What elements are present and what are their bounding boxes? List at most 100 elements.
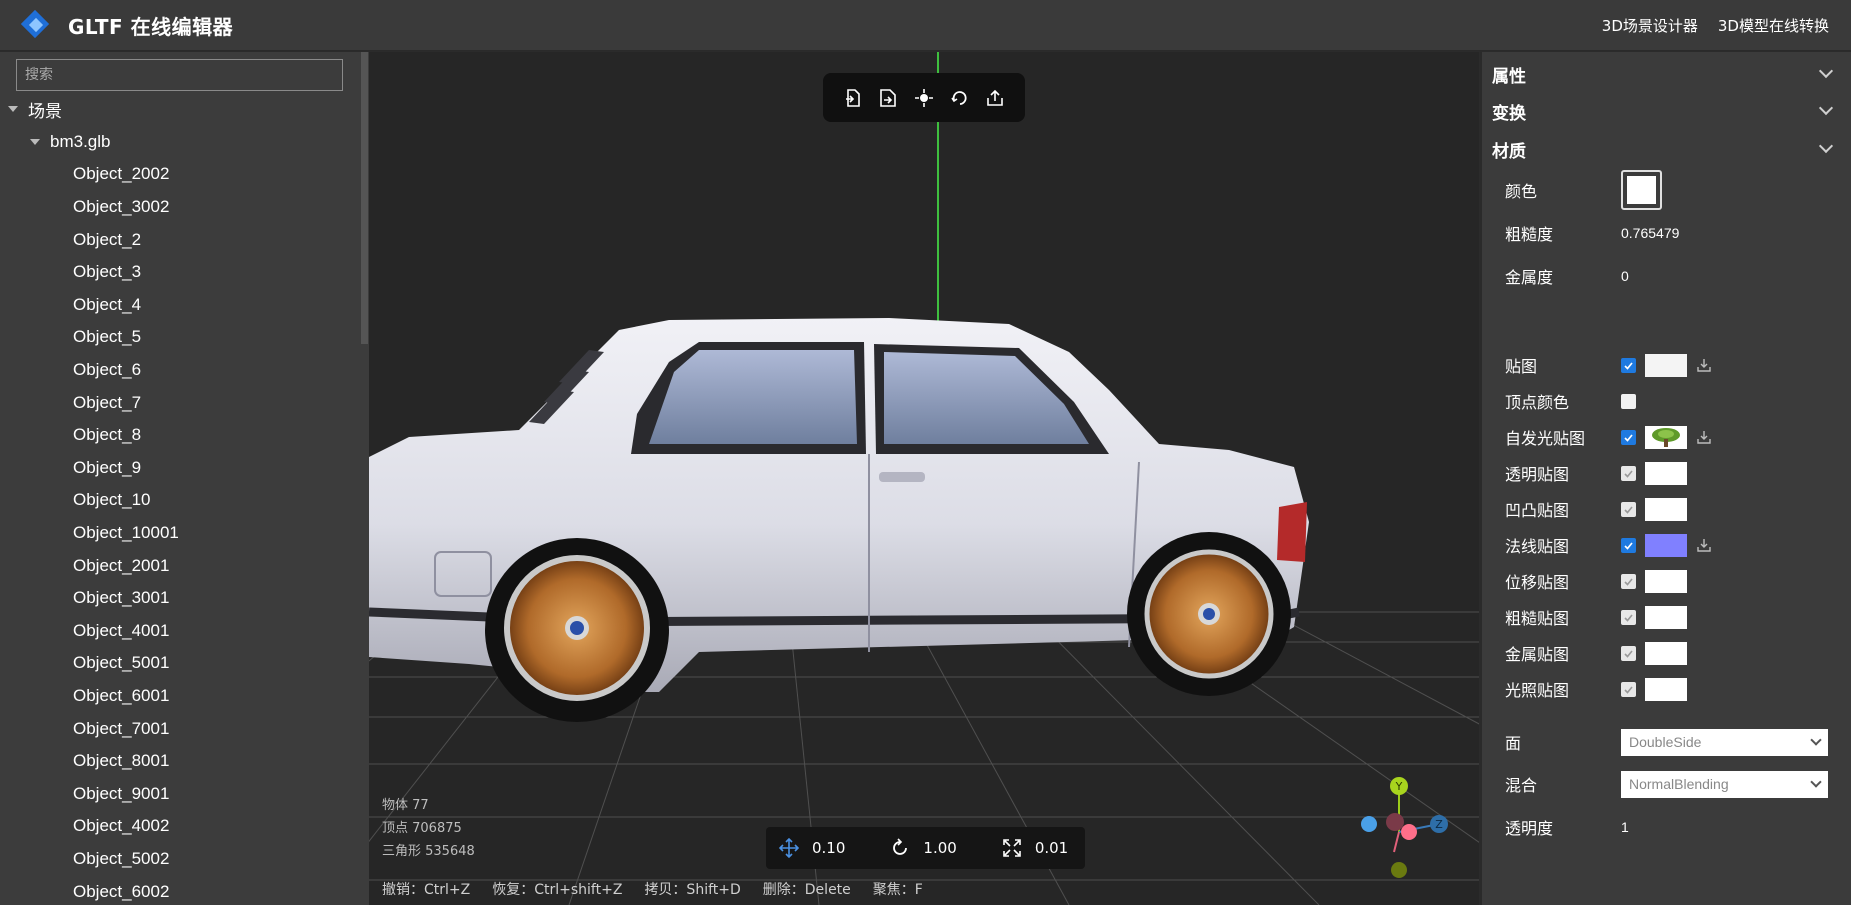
section-attributes[interactable]: 属性: [1492, 60, 1837, 88]
section-title: 属性: [1492, 66, 1526, 87]
tree-node-object[interactable]: Object_7001: [0, 712, 360, 745]
map-enable-checkbox[interactable]: [1621, 645, 1636, 661]
side-select[interactable]: DoubleSide: [1621, 728, 1828, 756]
map-thumbnail[interactable]: [1645, 569, 1687, 593]
map-enable-checkbox[interactable]: [1621, 501, 1636, 517]
tree-node-object[interactable]: Object_7: [0, 386, 360, 419]
gizmo-x-axis[interactable]: [1386, 813, 1404, 831]
download-icon[interactable]: [1697, 357, 1713, 373]
tree-node-object[interactable]: Object_3001: [0, 582, 360, 615]
tree-node-object[interactable]: Object_4002: [0, 810, 360, 843]
tree-node-object[interactable]: Object_6: [0, 354, 360, 387]
map-thumbnail[interactable]: [1645, 605, 1687, 629]
tree-node-object[interactable]: Object_5002: [0, 843, 360, 876]
search-input[interactable]: [16, 59, 343, 91]
3d-scene-render[interactable]: [369, 52, 1479, 905]
caret-down-icon[interactable]: [30, 138, 40, 145]
map-thumbnail[interactable]: [1645, 353, 1687, 377]
tree-node-object[interactable]: Object_2: [0, 223, 360, 256]
model-converter-link[interactable]: 3D模型在线转换: [1718, 15, 1829, 36]
axis-gizmo[interactable]: Z Y: [1339, 772, 1459, 892]
tree-node-label: 场景: [28, 101, 62, 121]
tree-node-object[interactable]: Object_3002: [0, 191, 360, 224]
scene-designer-link[interactable]: 3D场景设计器: [1602, 15, 1698, 36]
tree-node-object[interactable]: Object_10001: [0, 517, 360, 550]
scale-step-value[interactable]: 0.01: [1035, 839, 1068, 857]
shortcut-focus: 聚焦：F: [872, 882, 923, 898]
caret-down-icon[interactable]: [8, 106, 18, 113]
map-thumbnail[interactable]: [1645, 461, 1687, 485]
tree-node-label: Object_9: [73, 457, 142, 477]
tree-node-object[interactable]: Object_6001: [0, 680, 360, 713]
tree-node-file[interactable]: bm3.glb: [0, 126, 360, 159]
map-enable-checkbox[interactable]: [1621, 681, 1636, 697]
map-enable-checkbox[interactable]: [1621, 609, 1636, 625]
map-enable-checkbox[interactable]: [1621, 537, 1636, 553]
download-icon[interactable]: [1697, 537, 1713, 553]
gizmo-neg-z-axis[interactable]: [1361, 816, 1377, 832]
map-enable-checkbox[interactable]: [1621, 357, 1636, 373]
tree-node-label: Object_6002: [73, 881, 170, 901]
tree-node-scene[interactable]: 场景: [0, 93, 360, 126]
tree-node-object[interactable]: Object_10: [0, 484, 360, 517]
tree-node-object[interactable]: Object_5: [0, 321, 360, 354]
tree-node-object[interactable]: Object_4001: [0, 615, 360, 648]
map-thumbnail[interactable]: [1645, 677, 1687, 701]
map-enable-checkbox[interactable]: [1621, 573, 1636, 589]
tree-node-label: Object_10001: [73, 523, 179, 543]
map-thumbnail[interactable]: [1645, 533, 1687, 557]
scrollbar-thumb[interactable]: [361, 52, 368, 344]
prop-label: 混合: [1505, 776, 1538, 795]
blending-select[interactable]: NormalBlending: [1621, 770, 1828, 798]
map-enable-checkbox[interactable]: [1621, 465, 1636, 481]
tree-node-object[interactable]: Object_3: [0, 256, 360, 289]
move-step-value[interactable]: 0.10: [812, 839, 845, 857]
gizmo-neg-x-axis[interactable]: [1401, 824, 1417, 840]
tree-scrollbar[interactable]: [360, 52, 369, 905]
move-step[interactable]: 0.10: [778, 837, 845, 859]
tree-node-label: Object_9001: [73, 783, 170, 803]
download-icon[interactable]: [1697, 429, 1713, 445]
map-row: 凹凸贴图: [1505, 494, 1835, 524]
reset-icon[interactable]: [947, 85, 973, 111]
tree-node-object[interactable]: Object_5001: [0, 647, 360, 680]
prop-label: 面: [1505, 734, 1522, 753]
object-count: 物体 77: [382, 798, 429, 813]
section-material[interactable]: 材质: [1492, 135, 1837, 163]
tree-node-object[interactable]: Object_2001: [0, 549, 360, 582]
map-thumbnail[interactable]: [1645, 497, 1687, 521]
map-thumbnail[interactable]: [1645, 641, 1687, 665]
tree-node-object[interactable]: Object_9001: [0, 777, 360, 810]
chevron-down-icon[interactable]: [1818, 100, 1834, 116]
rotate-step[interactable]: 1.00: [889, 837, 957, 859]
chevron-down-icon[interactable]: [1818, 138, 1834, 154]
opacity-value[interactable]: 1: [1621, 819, 1629, 835]
focus-icon[interactable]: [911, 85, 937, 111]
tree-node-object[interactable]: Object_9: [0, 452, 360, 485]
prop-side: 面 DoubleSide: [1505, 727, 1835, 757]
tree-node-object[interactable]: Object_2002: [0, 158, 360, 191]
gizmo-neg-y-axis[interactable]: [1391, 862, 1407, 878]
color-picker[interactable]: [1621, 170, 1662, 210]
prop-label: 金属度: [1505, 268, 1554, 287]
map-thumbnail[interactable]: [1645, 425, 1687, 449]
scale-step[interactable]: 0.01: [1001, 837, 1068, 859]
tree-node-object[interactable]: Object_6002: [0, 875, 360, 905]
section-transform[interactable]: 变换: [1492, 97, 1837, 125]
rotate-step-value[interactable]: 1.00: [923, 839, 956, 857]
map-label: 粗糙贴图: [1505, 609, 1570, 628]
export-file-icon[interactable]: [875, 85, 901, 111]
map-enable-checkbox[interactable]: [1621, 429, 1636, 445]
share-icon[interactable]: [982, 85, 1008, 111]
tree-node-label: Object_6: [73, 360, 142, 380]
import-icon[interactable]: [840, 85, 866, 111]
metalness-value[interactable]: 0: [1621, 268, 1629, 284]
3d-viewport[interactable]: 物体 77 顶点 706875 三角形 535648 0.10 1.00 0.0…: [369, 52, 1479, 905]
tree-node-object[interactable]: Object_8: [0, 419, 360, 452]
chevron-down-icon[interactable]: [1818, 63, 1834, 79]
gizmo-z-label: Z: [1435, 818, 1443, 831]
tree-node-object[interactable]: Object_4: [0, 289, 360, 322]
roughness-value[interactable]: 0.765479: [1621, 225, 1679, 241]
map-enable-checkbox[interactable]: [1621, 393, 1636, 409]
tree-node-object[interactable]: Object_8001: [0, 745, 360, 778]
